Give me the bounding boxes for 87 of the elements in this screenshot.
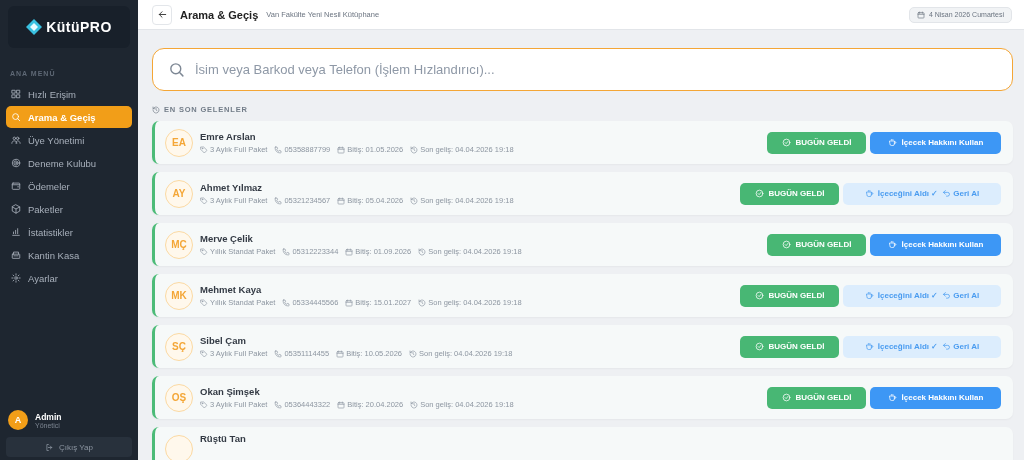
phone-icon bbox=[274, 145, 283, 154]
check-circle-icon bbox=[754, 189, 764, 198]
logo-text: KütüPRO bbox=[46, 19, 112, 35]
member-name: Okan Şimşek bbox=[200, 386, 261, 397]
box-icon bbox=[11, 204, 21, 214]
bar-chart-icon bbox=[11, 227, 21, 237]
cash-register-icon bbox=[11, 250, 21, 260]
cup-icon bbox=[887, 393, 897, 402]
cup-icon bbox=[887, 240, 897, 249]
member-initials-avatar: EA bbox=[165, 128, 193, 157]
search-field[interactable]: İsim veya Barkod veya Telefon (İşlem Hızlandırıcı)... bbox=[152, 48, 1013, 91]
check-circle-icon bbox=[754, 342, 764, 351]
logout-button[interactable]: Çıkış Yap bbox=[6, 437, 132, 457]
history-icon bbox=[418, 298, 427, 307]
sidebar-item[interactable]: Ödemeler bbox=[6, 175, 132, 197]
history-icon bbox=[410, 196, 419, 205]
member-card[interactable]: Rüştü Tan bbox=[152, 427, 1013, 460]
phone-icon bbox=[282, 247, 291, 256]
cup-icon bbox=[864, 342, 874, 351]
member-name: Mehmet Kaya bbox=[200, 284, 263, 295]
history-icon bbox=[410, 400, 419, 409]
member-initials-avatar: MK bbox=[165, 281, 193, 310]
calendar-icon bbox=[916, 10, 925, 19]
phone-icon bbox=[274, 400, 283, 409]
member-initials-avatar: SÇ bbox=[165, 332, 193, 361]
drink-taken-text: İçeceğini Aldı ✓ bbox=[877, 291, 939, 300]
undo-icon bbox=[942, 342, 952, 351]
tag-icon bbox=[200, 400, 208, 409]
tag-icon bbox=[200, 349, 208, 358]
cup-icon bbox=[887, 138, 897, 147]
cup-icon bbox=[864, 291, 874, 300]
page-title: Arama & Geçiş bbox=[180, 8, 259, 21]
sidebar-item[interactable]: İstatistikler bbox=[6, 221, 132, 243]
history-icon bbox=[152, 105, 160, 114]
undo-icon bbox=[942, 189, 952, 198]
users-icon bbox=[11, 135, 21, 145]
logout-icon bbox=[45, 442, 54, 452]
member-name: Ahmet Yılmaz bbox=[200, 182, 264, 193]
user-name: Admin bbox=[35, 411, 62, 422]
check-circle-icon bbox=[781, 240, 791, 249]
phone-icon bbox=[274, 196, 283, 205]
user-avatar: A bbox=[8, 410, 28, 430]
wallet-icon bbox=[11, 181, 21, 191]
calendar-icon bbox=[337, 400, 346, 409]
tag-icon bbox=[200, 196, 208, 205]
member-name: Merve Çelik bbox=[200, 233, 254, 244]
search-icon bbox=[11, 112, 21, 122]
phone-icon bbox=[282, 298, 291, 307]
tag-icon bbox=[200, 247, 208, 256]
cup-icon bbox=[864, 189, 874, 198]
calendar-icon bbox=[336, 349, 345, 358]
check-circle-icon bbox=[754, 291, 764, 300]
back-button[interactable] bbox=[152, 4, 172, 25]
member-name: Sibel Çam bbox=[200, 335, 247, 346]
back-arrow-icon bbox=[156, 9, 168, 20]
phone-icon bbox=[274, 349, 283, 358]
calendar-icon bbox=[337, 196, 346, 205]
member-initials-avatar: OŞ bbox=[165, 383, 193, 412]
member-avatar bbox=[165, 434, 193, 460]
sidebar-item[interactable]: Paketler bbox=[6, 198, 132, 220]
tag-icon bbox=[200, 298, 208, 307]
tag-icon bbox=[200, 145, 208, 154]
history-icon bbox=[410, 145, 419, 154]
calendar-icon bbox=[337, 145, 346, 154]
sidebar-item[interactable]: Hızlı Erişim bbox=[6, 83, 132, 105]
history-icon bbox=[409, 349, 418, 358]
drink-taken-text: İçeceğini Aldı ✓ bbox=[877, 189, 939, 198]
diamond-logo-icon bbox=[26, 19, 43, 35]
member-initials-avatar: AY bbox=[165, 179, 193, 208]
member-initials-avatar: MÇ bbox=[165, 230, 193, 259]
grid-icon bbox=[11, 89, 21, 99]
check-circle-icon bbox=[781, 138, 791, 147]
undo-icon bbox=[942, 291, 952, 300]
calendar-icon bbox=[345, 298, 354, 307]
sidebar-item[interactable]: Ayarlar bbox=[6, 267, 132, 289]
sidebar-item[interactable]: Kantin Kasa bbox=[6, 244, 132, 266]
member-name: Emre Arslan bbox=[200, 131, 257, 142]
settings-icon bbox=[11, 273, 21, 283]
history-icon bbox=[418, 247, 427, 256]
sidebar-item[interactable]: Deneme Kulubu bbox=[6, 152, 132, 174]
check-circle-icon bbox=[781, 393, 791, 402]
member-name: Rüştü Tan bbox=[200, 433, 246, 444]
drink-taken-text: İçeceğini Aldı ✓ bbox=[877, 342, 939, 351]
calendar-icon bbox=[345, 247, 354, 256]
search-icon bbox=[168, 61, 185, 78]
target-icon bbox=[11, 158, 21, 168]
sidebar-item[interactable]: Üye Yönetimi bbox=[6, 129, 132, 151]
